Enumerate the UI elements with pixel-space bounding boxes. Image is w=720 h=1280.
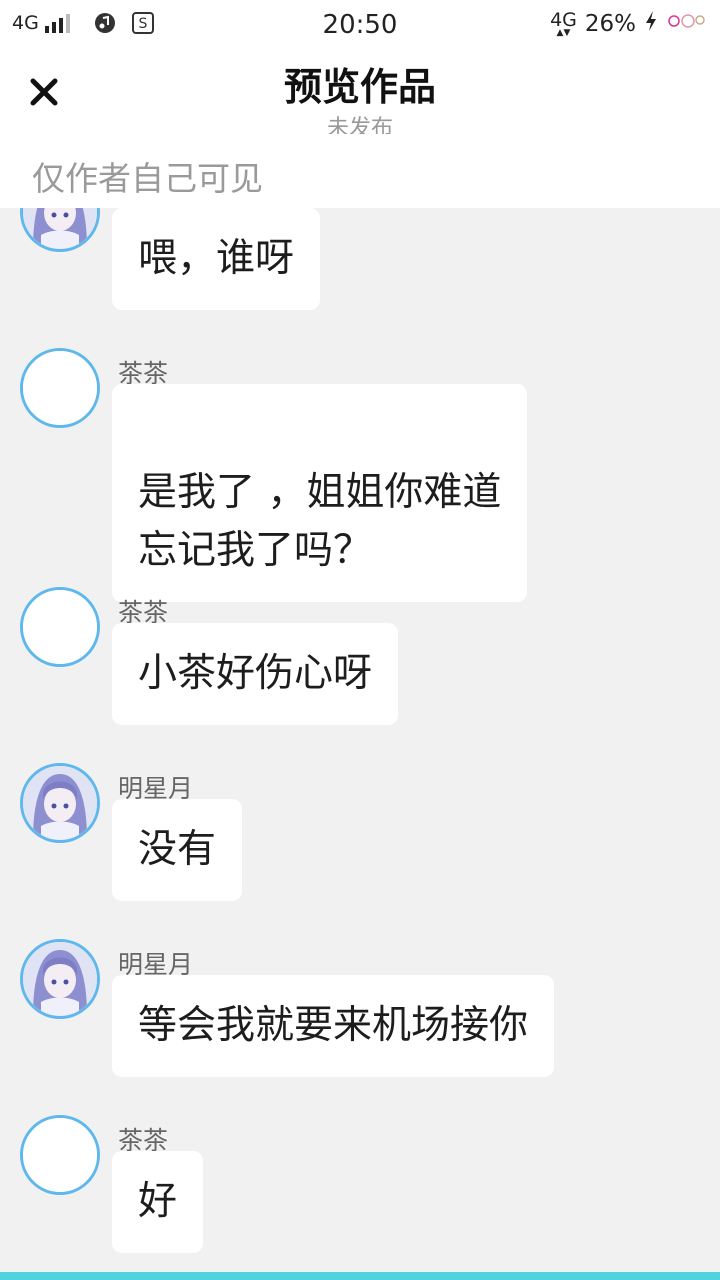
message-text: 没有	[138, 827, 217, 872]
decorative-sticker-icon	[666, 10, 706, 38]
avatar[interactable]	[20, 587, 100, 667]
message-bubble[interactable]: 等会我就要来机场接你	[112, 975, 555, 1077]
status-bar: 4G S 20:50 4G ▲▼ 26%	[0, 0, 720, 52]
message-text: 喂，谁呀	[138, 236, 295, 281]
page-title: 预览作品	[283, 65, 436, 109]
avatar[interactable]	[20, 763, 100, 843]
avatar[interactable]	[20, 208, 100, 252]
chat-list[interactable]: 喂，谁呀 茶茶 是我了 ，姐姐你难道 忘记我了吗？ 茶茶 小茶好伤心呀 明星月 …	[0, 208, 720, 1272]
title-bar: 预览作品 未发布 仅作者自己可见	[0, 52, 720, 208]
visibility-note: 仅作者自己可见	[32, 159, 263, 198]
anime-girl-avatar-icon	[23, 208, 97, 249]
message-text: 小茶好伤心呀	[138, 651, 373, 696]
avatar[interactable]	[20, 1115, 100, 1195]
message-text: 等会我就要来机场接你	[138, 1003, 529, 1048]
blank-avatar-icon	[23, 351, 97, 425]
battery-percent: 26%	[584, 11, 636, 37]
charging-icon	[644, 10, 658, 38]
anime-girl-avatar-icon	[23, 942, 97, 1016]
message-bubble[interactable]: 没有	[112, 799, 243, 901]
message-bubble[interactable]: 喂，谁呀	[112, 208, 321, 310]
status-right: 4G ▲▼ 26%	[550, 10, 706, 38]
message-bubble[interactable]: 是我了 ，姐姐你难道 忘记我了吗？	[112, 384, 528, 602]
avatar[interactable]	[20, 348, 100, 428]
message-bubble[interactable]: 好	[112, 1151, 204, 1253]
anime-girl-avatar-icon	[23, 766, 97, 840]
blank-avatar-icon	[23, 590, 97, 664]
blank-avatar-icon	[23, 1118, 97, 1192]
page-subtitle: 未发布	[326, 116, 393, 134]
bottom-accent-bar	[0, 1272, 720, 1280]
message-text: 好	[138, 1179, 178, 1224]
network-type-right: 4G ▲▼	[550, 10, 577, 38]
message-bubble[interactable]: 小茶好伤心呀	[112, 623, 399, 725]
avatar[interactable]	[20, 939, 100, 1019]
message-text: 是我了 ，姐姐你难道 忘记我了吗？	[138, 470, 502, 573]
